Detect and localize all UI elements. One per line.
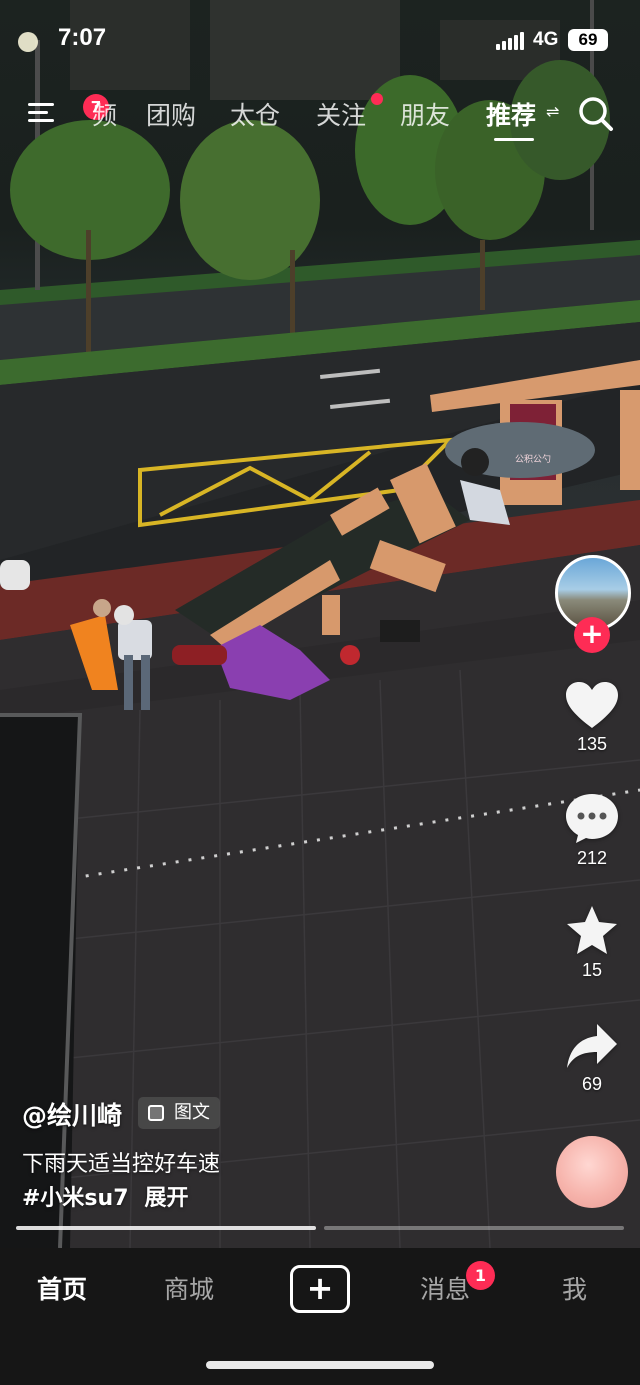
tab-following[interactable]: 关注 xyxy=(316,96,366,132)
tab-channel[interactable]: 频 xyxy=(92,96,117,132)
post-caption: 下雨天适当控好车速 xyxy=(22,1152,221,1177)
music-disc[interactable] xyxy=(556,1136,628,1208)
signal-icon xyxy=(496,32,524,50)
like-count: 135 xyxy=(576,734,608,754)
status-bar: 7:07 4G 69 xyxy=(0,0,640,80)
favorite-button[interactable]: 15 xyxy=(552,904,632,981)
hashtag-link[interactable]: #小米su7 xyxy=(22,1186,129,1211)
like-button[interactable]: 135 xyxy=(552,680,632,755)
network-type: 4G xyxy=(533,29,559,50)
following-dot xyxy=(371,93,383,105)
search-icon xyxy=(579,97,613,131)
star-icon xyxy=(567,906,617,954)
more-tabs-icon[interactable]: ⇌ xyxy=(546,102,559,121)
menu-button[interactable]: 7 xyxy=(28,94,109,128)
favorite-count: 15 xyxy=(581,960,603,980)
street-scene-illustration: 公积公勺 xyxy=(0,0,640,1248)
author-name[interactable]: @绘川崎 xyxy=(22,1096,122,1132)
comment-bubble-icon xyxy=(566,794,618,843)
nav-home[interactable]: 首页 xyxy=(37,1270,87,1306)
bottom-nav: 首页 商城 + 消息 1 我 xyxy=(0,1248,640,1385)
tab-local-taicang[interactable]: 太仓 xyxy=(230,96,280,132)
post-photo[interactable]: 公积公勺 xyxy=(0,0,640,1248)
share-arrow-icon xyxy=(567,1024,617,1068)
plus-icon: + xyxy=(306,1269,334,1307)
search-button[interactable] xyxy=(576,94,616,134)
nav-messages[interactable]: 消息 xyxy=(420,1270,470,1306)
image-post-icon xyxy=(148,1105,164,1121)
top-nav: 7 频 团购 太仓 关注 朋友 推荐 ⇌ xyxy=(0,88,640,141)
active-tab-underline xyxy=(494,138,534,141)
image-progress-bar[interactable] xyxy=(16,1226,624,1230)
expand-caption-button[interactable]: 展开 xyxy=(145,1186,189,1211)
status-time: 7:07 xyxy=(58,24,107,51)
create-post-button[interactable]: + xyxy=(290,1265,350,1313)
messages-badge: 1 xyxy=(466,1261,495,1290)
post-type-label: 图文 xyxy=(174,1102,210,1123)
home-indicator xyxy=(206,1361,434,1369)
shelter-ad-text: 公积公勺 xyxy=(515,453,551,465)
share-count: 69 xyxy=(581,1074,603,1094)
progress-segment-next xyxy=(324,1226,624,1230)
comment-count: 212 xyxy=(576,848,608,868)
tab-friends[interactable]: 朋友 xyxy=(400,96,450,132)
battery-indicator: 69 xyxy=(568,29,608,51)
share-button[interactable]: 69 xyxy=(552,1022,632,1095)
caption-tags-line: #小米su7 展开 xyxy=(22,1180,205,1212)
tab-group-buy[interactable]: 团购 xyxy=(146,96,196,132)
nav-mall[interactable]: 商城 xyxy=(164,1270,214,1306)
heart-icon xyxy=(566,682,618,728)
post-type-badge: 图文 xyxy=(138,1097,220,1129)
tab-recommended[interactable]: 推荐 xyxy=(486,96,536,132)
progress-segment-current xyxy=(16,1226,316,1230)
nav-me[interactable]: 我 xyxy=(562,1270,587,1306)
follow-plus-button[interactable]: + xyxy=(574,617,610,653)
comment-button[interactable]: 212 xyxy=(552,792,632,869)
